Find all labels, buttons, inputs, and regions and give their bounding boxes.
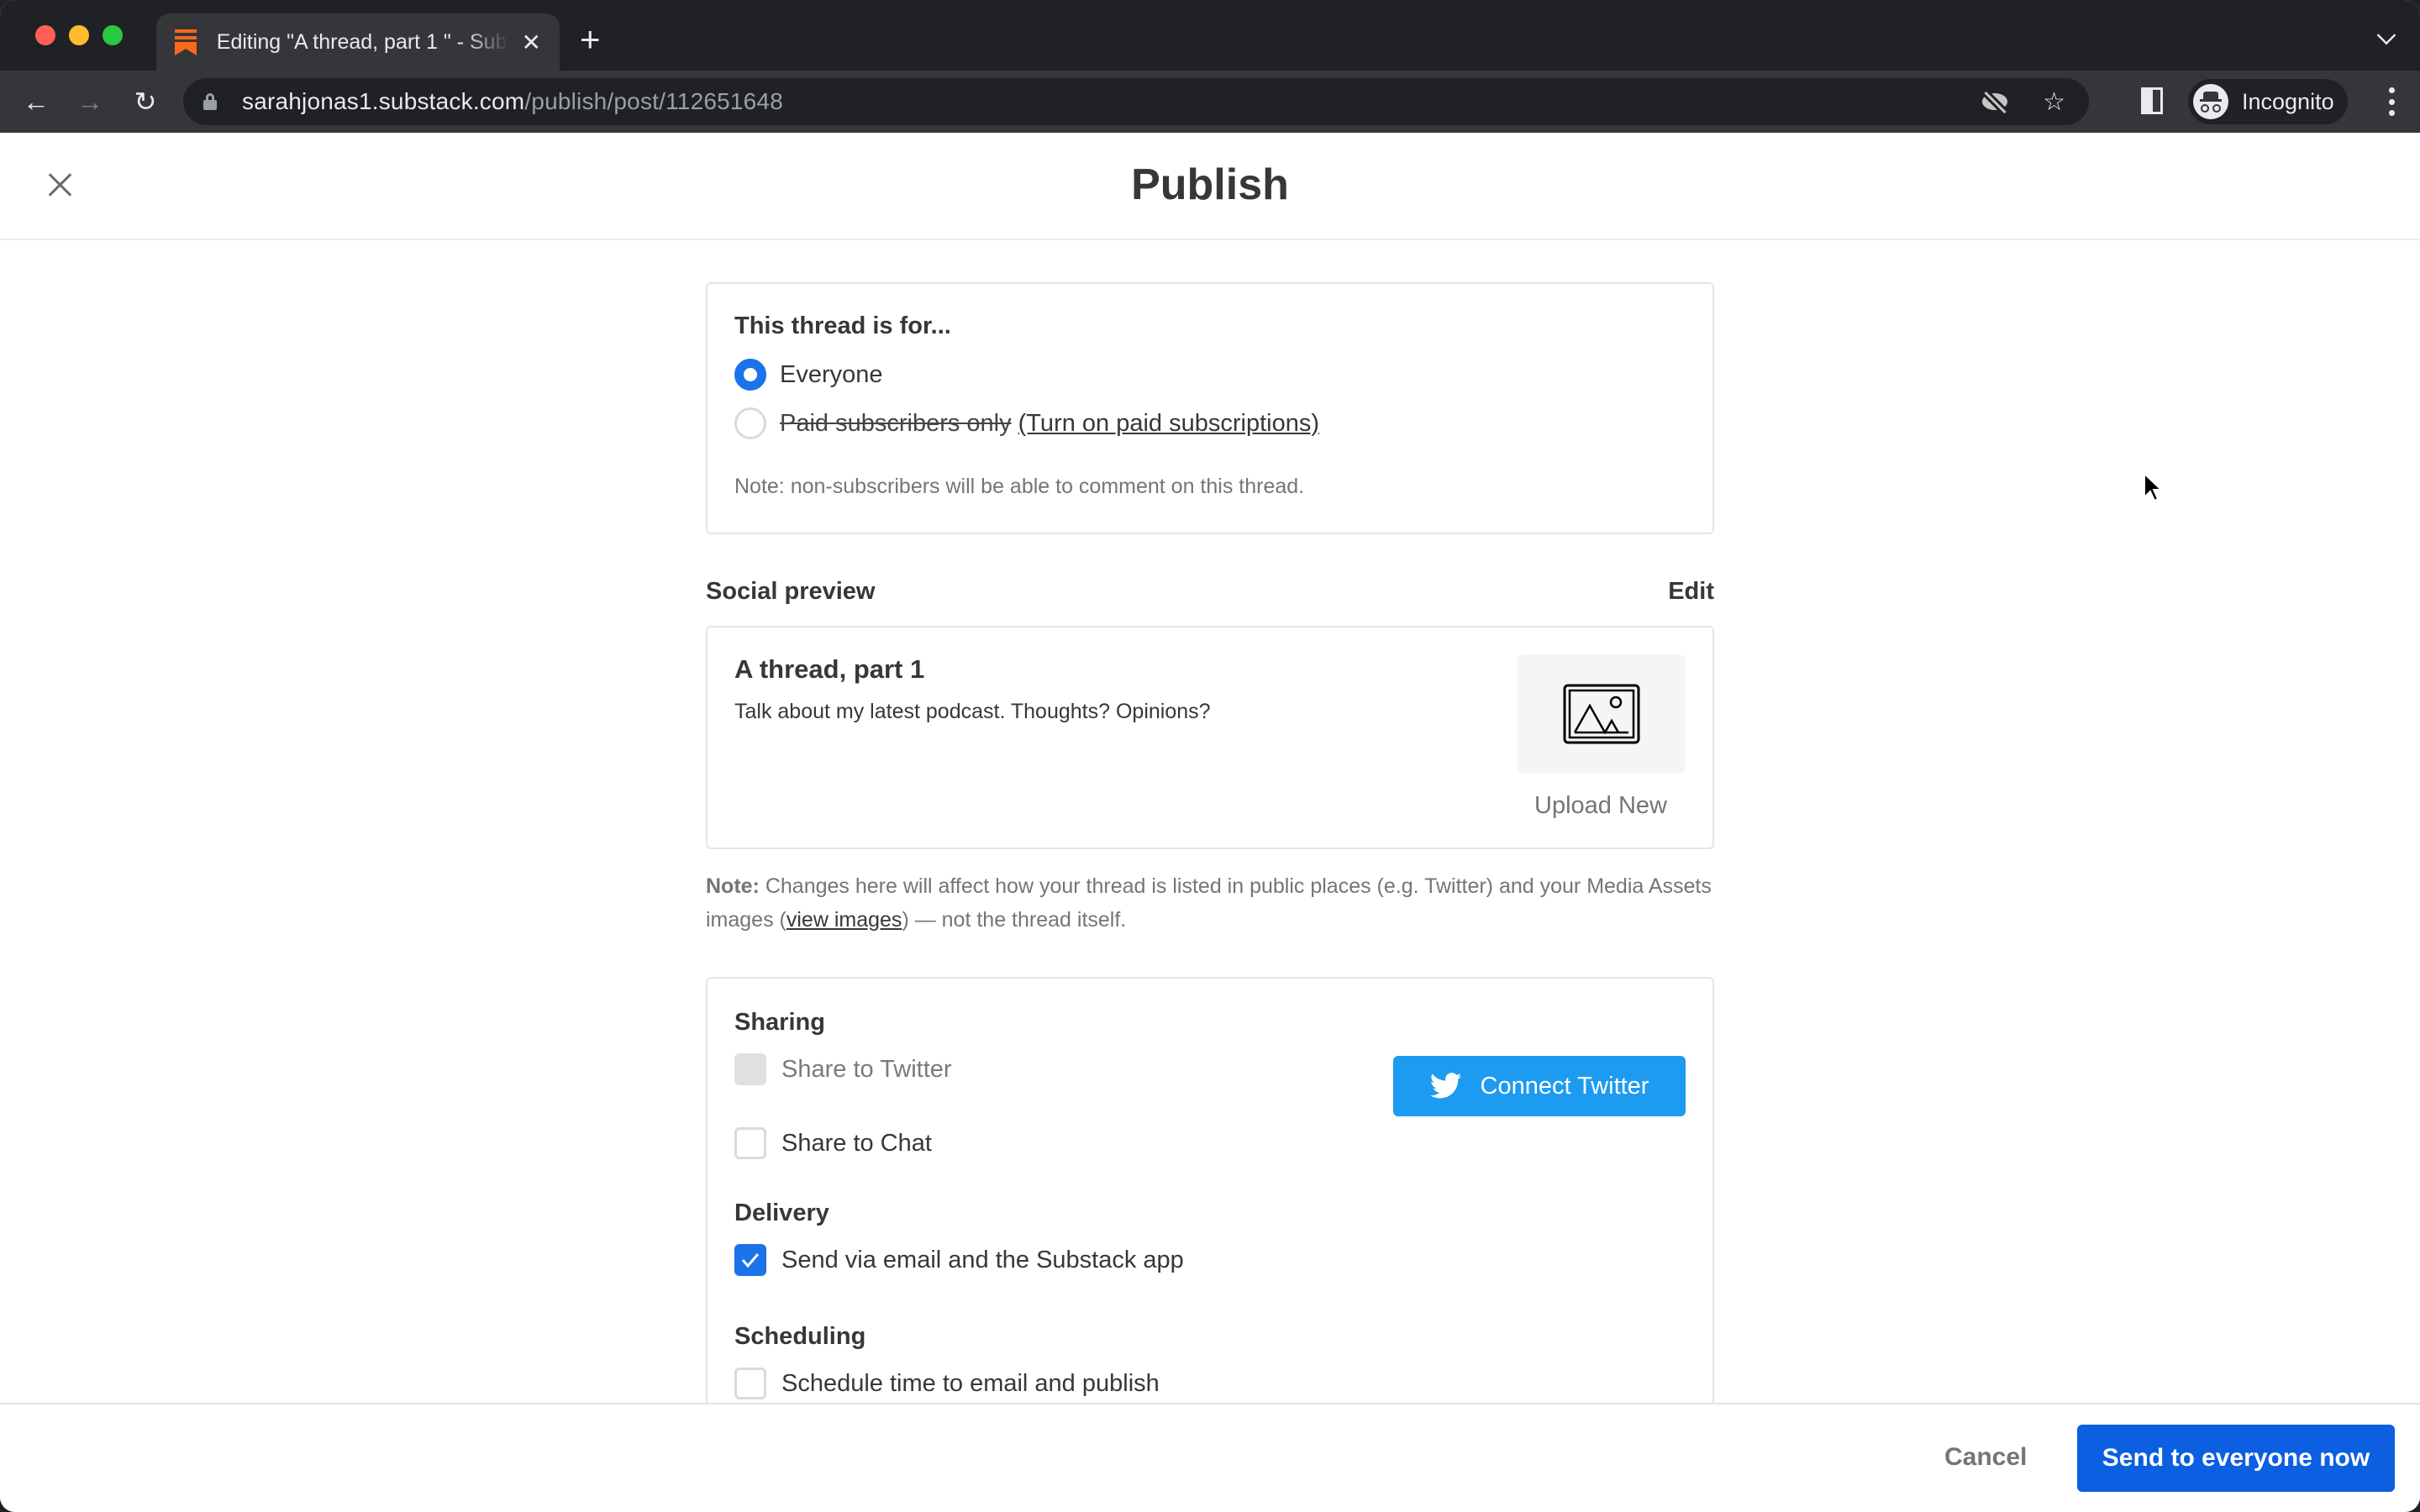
share-to-twitter-checkbox[interactable] bbox=[734, 1053, 766, 1085]
lock-icon[interactable] bbox=[203, 93, 217, 110]
audience-option-everyone[interactable]: Everyone bbox=[734, 359, 1686, 391]
radio-everyone-label: Everyone bbox=[780, 360, 883, 388]
substack-favicon-icon bbox=[175, 29, 197, 55]
forward-arrow-icon[interactable]: → bbox=[71, 82, 109, 121]
url-text[interactable]: sarahjonas1.substack.com/publish/post/11… bbox=[242, 88, 783, 115]
close-window-button[interactable] bbox=[35, 25, 55, 45]
send-email-label: Send via email and the Substack app bbox=[781, 1246, 1184, 1273]
connect-twitter-button[interactable]: Connect Twitter bbox=[1393, 1056, 1686, 1116]
tab-bar: Editing "A thread, part 1 " - Substack ✕… bbox=[0, 0, 2420, 71]
address-bar[interactable]: sarahjonas1.substack.com/publish/post/11… bbox=[183, 78, 2089, 125]
schedule-checkbox[interactable] bbox=[734, 1368, 766, 1399]
maximize-window-button[interactable] bbox=[103, 25, 123, 45]
bookmark-star-icon[interactable]: ☆ bbox=[2043, 87, 2065, 117]
share-to-chat-checkbox[interactable] bbox=[734, 1127, 766, 1159]
checkmark-icon bbox=[741, 1253, 760, 1268]
twitter-bird-icon bbox=[1429, 1073, 1461, 1099]
incognito-profile-button[interactable]: Incognito bbox=[2188, 79, 2348, 124]
radio-paid-subscribers[interactable] bbox=[734, 407, 766, 439]
social-preview-heading: Social preview bbox=[706, 578, 876, 605]
sharing-heading: Sharing bbox=[734, 1009, 825, 1036]
audience-label: This thread is for... bbox=[734, 312, 951, 339]
tab-search-chevron-icon[interactable] bbox=[2376, 25, 2396, 45]
turn-on-paid-subscriptions-link[interactable]: (Turn on paid subscriptions) bbox=[1018, 410, 1319, 438]
send-email-checkbox[interactable] bbox=[734, 1244, 766, 1276]
profile-label: Incognito bbox=[2242, 88, 2334, 114]
view-images-link[interactable]: view images bbox=[786, 908, 902, 932]
share-to-chat-row: Share to Chat bbox=[734, 1127, 1686, 1159]
distribution-card: Sharing Share to Twitter Connect Twitter… bbox=[706, 977, 1714, 1414]
publish-footer: Cancel Send to everyone now bbox=[0, 1403, 2420, 1512]
mouse-cursor-icon bbox=[2144, 472, 2164, 502]
audience-option-paid: Paid subscribers only (Turn on paid subs… bbox=[734, 407, 1686, 439]
radio-paid-label: Paid subscribers only bbox=[780, 409, 1012, 437]
tab-title: Editing "A thread, part 1 " - Substack bbox=[216, 29, 508, 54]
image-icon bbox=[1563, 684, 1640, 744]
radio-everyone[interactable] bbox=[734, 359, 766, 391]
upload-new-button[interactable]: Upload New bbox=[1534, 792, 1667, 820]
schedule-row: Schedule time to email and publish bbox=[734, 1368, 1686, 1399]
share-to-twitter-label: Share to Twitter bbox=[781, 1055, 952, 1083]
browser-tab[interactable]: Editing "A thread, part 1 " - Substack ✕ bbox=[156, 13, 560, 71]
social-preview-note: Note: Changes here will affect how your … bbox=[706, 874, 1712, 932]
browser-toolbar: ← → ↻ sarahjonas1.substack.com/publish/p… bbox=[0, 71, 2420, 133]
social-preview-header: Social preview Edit bbox=[706, 578, 1714, 606]
browser-menu-icon[interactable] bbox=[2388, 87, 2395, 116]
side-panel-icon[interactable] bbox=[2141, 87, 2163, 114]
minimize-window-button[interactable] bbox=[69, 25, 89, 45]
edit-social-preview-button[interactable]: Edit bbox=[1668, 578, 1714, 606]
new-tab-button[interactable]: + bbox=[580, 22, 601, 57]
audience-card: This thread is for... Everyone Paid subs… bbox=[706, 282, 1714, 534]
browser-window: Editing "A thread, part 1 " - Substack ✕… bbox=[0, 0, 2420, 1512]
social-preview-card: A thread, part 1 Talk about my latest po… bbox=[706, 626, 1714, 849]
page-title: Publish bbox=[1131, 160, 1289, 209]
publish-settings: This thread is for... Everyone Paid subs… bbox=[706, 282, 1714, 1414]
preview-image-placeholder[interactable] bbox=[1518, 654, 1686, 774]
share-to-chat-label: Share to Chat bbox=[781, 1129, 932, 1157]
send-to-everyone-button[interactable]: Send to everyone now bbox=[2077, 1425, 2395, 1492]
page-header: Publish bbox=[0, 133, 2420, 240]
tab-close-icon[interactable]: ✕ bbox=[522, 29, 541, 56]
schedule-label: Schedule time to email and publish bbox=[781, 1369, 1160, 1397]
scheduling-heading: Scheduling bbox=[734, 1323, 866, 1350]
connect-twitter-label: Connect Twitter bbox=[1480, 1072, 1649, 1100]
audience-note: Note: non-subscribers will be able to co… bbox=[734, 475, 1305, 498]
cancel-button[interactable]: Cancel bbox=[1941, 1438, 2030, 1477]
delivery-heading: Delivery bbox=[734, 1200, 829, 1226]
back-arrow-icon[interactable]: ← bbox=[17, 82, 55, 121]
tracking-protection-eye-off-icon[interactable] bbox=[1981, 91, 2009, 114]
send-email-row: Send via email and the Substack app bbox=[734, 1244, 1686, 1276]
incognito-icon bbox=[2193, 84, 2228, 119]
reload-icon[interactable]: ↻ bbox=[126, 82, 165, 121]
publish-page: Publish This thread is for... Everyone P… bbox=[0, 133, 2420, 1512]
